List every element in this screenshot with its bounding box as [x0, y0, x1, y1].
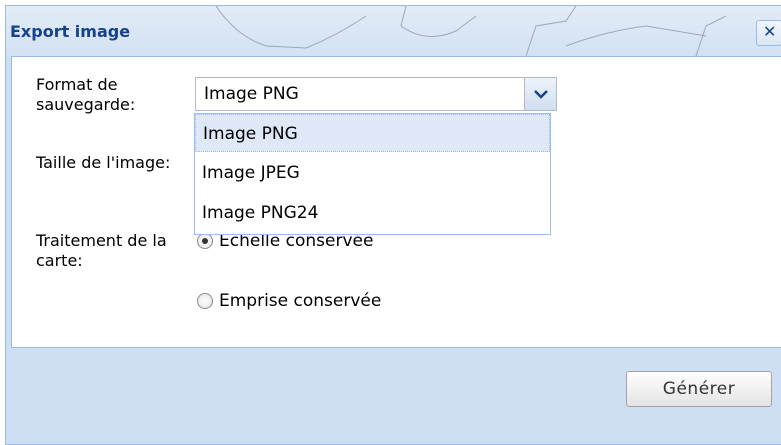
- radio-extent-label: Emprise conservée: [219, 291, 382, 311]
- radio-extent-row[interactable]: Emprise conservée: [197, 291, 381, 315]
- format-value: Image PNG: [204, 84, 299, 104]
- close-icon: ✕: [763, 22, 777, 41]
- dialog-title: Export image: [10, 22, 131, 41]
- dropdown-option-png[interactable]: Image PNG: [195, 114, 550, 152]
- dialog-header[interactable]: Export image ✕: [6, 6, 781, 56]
- chevron-down-icon: [534, 90, 548, 99]
- close-button[interactable]: ✕: [756, 20, 781, 46]
- generate-button[interactable]: Générer: [626, 371, 772, 407]
- dropdown-trigger[interactable]: [524, 78, 556, 110]
- processing-label: Traitement de la carte:: [36, 231, 167, 270]
- radio-scale[interactable]: [197, 233, 213, 249]
- format-label: Format de sauvegarde:: [36, 75, 136, 114]
- dropdown-option-jpeg[interactable]: Image JPEG: [195, 154, 550, 192]
- format-dropdown-list: Image PNG Image JPEG Image PNG24: [194, 113, 551, 235]
- size-label: Taille de l'image:: [36, 153, 171, 172]
- radio-extent[interactable]: [197, 293, 213, 309]
- format-combobox[interactable]: Image PNG: [195, 77, 557, 111]
- dropdown-option-png24[interactable]: Image PNG24: [195, 194, 550, 232]
